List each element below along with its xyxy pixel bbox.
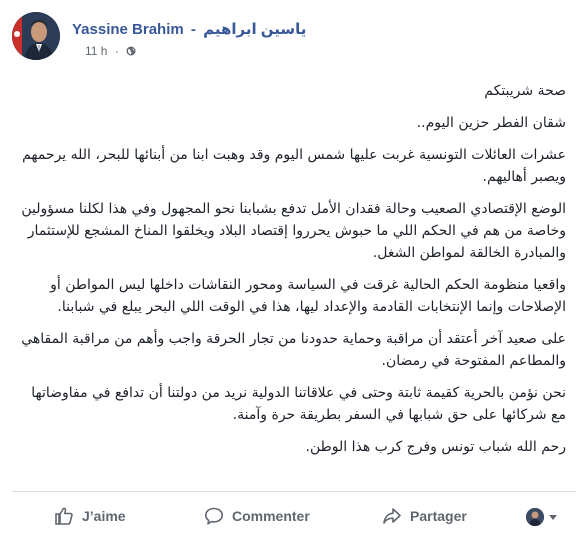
like-label: J’aime [82,508,126,524]
post-paragraph: واقعيا منظومة الحكم الحالية غرقت في السي… [50,277,566,315]
post-paragraph: نحن نؤمن بالحرية كقيمة ثابتة وحتى في علا… [31,385,566,423]
post-paragraph: شقان الفطر حزين اليوم.. [416,115,566,131]
comment-button[interactable]: Commenter [204,504,310,528]
author-name[interactable]: Yassine Brahim [72,21,184,38]
post-as-selector[interactable] [526,506,566,528]
comment-icon [205,507,223,525]
post-header: Yassine Brahim - ياسين ابراهيم 11 h · [12,12,572,68]
post-action-bar: J’aime Commenter Partager [12,491,576,532]
facebook-post: Yassine Brahim - ياسين ابراهيم 11 h · صح… [0,0,588,535]
post-paragraph: على صعيد آخر أعتقد أن مراقبة وحماية حدود… [21,331,566,369]
author-name-line: Yassine Brahim - ياسين ابراهيم [72,20,306,38]
author-name-arabic[interactable]: ياسين ابراهيم [203,21,306,38]
post-timestamp[interactable]: 11 h [85,44,107,58]
post-paragraph: صحة شريبتكم [484,83,566,99]
share-button[interactable]: Partager [382,504,467,528]
post-body: صحة شريبتكم شقان الفطر حزين اليوم.. عشرا… [14,80,566,468]
name-separator: - [190,21,196,38]
post-paragraph: الوضع الإقتصادي الصعيب وحالة فقدان الأمل… [21,201,566,261]
thumbs-up-icon [55,507,73,525]
post-meta: 11 h · [85,44,136,58]
share-label: Partager [410,508,467,524]
chevron-down-icon [549,514,557,520]
like-button[interactable]: J’aime [54,504,126,528]
author-avatar[interactable] [12,12,60,60]
viewer-avatar [526,508,544,526]
globe-icon[interactable] [126,45,136,56]
share-icon [383,508,401,524]
post-paragraph: رحم الله شباب تونس وفرج كرب هذا الوطن. [305,439,567,455]
meta-dot: · [114,44,119,58]
post-paragraph: عشرات العائلات التونسية غربت عليها شمس ا… [22,147,566,185]
comment-label: Commenter [232,508,310,524]
